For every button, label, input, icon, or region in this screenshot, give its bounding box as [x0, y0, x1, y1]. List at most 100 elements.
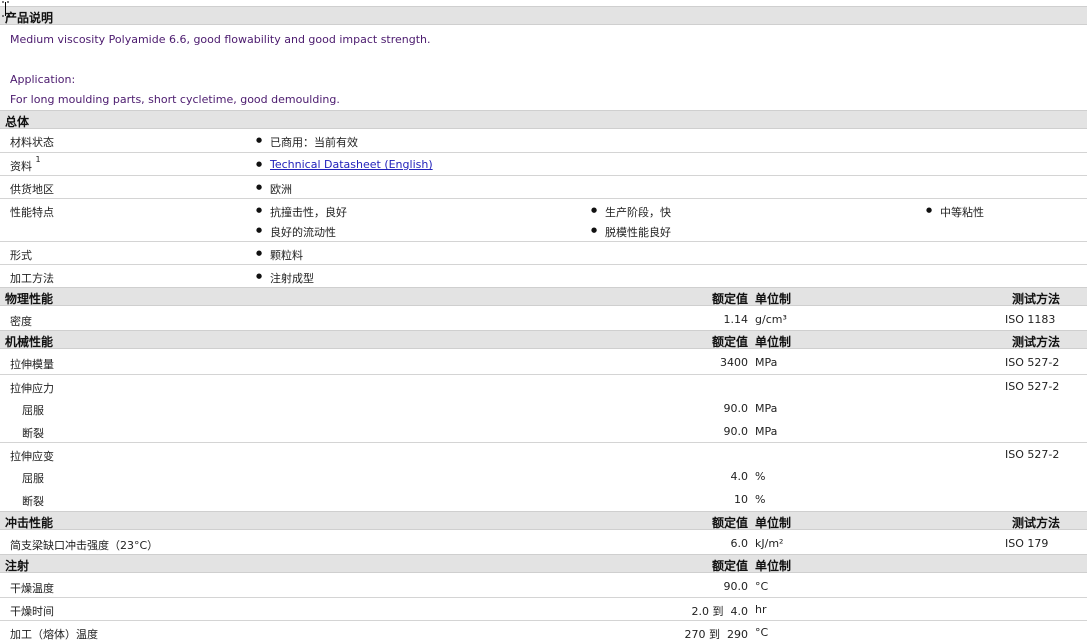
header-nominal: 额定值 [711, 516, 748, 530]
row-sublabel: 断裂 [22, 495, 44, 508]
feature-item: 脱模性能良好 [591, 224, 671, 240]
row-tensile-strain-break: 断裂 10 % [0, 488, 1087, 511]
bullet-value: 颗粒料 [256, 247, 303, 263]
row-label: 供货地区 [10, 183, 54, 196]
row-label: 拉伸模量 [10, 358, 54, 371]
test-method: ISO 527-2 [1005, 380, 1060, 393]
row-tensile-stress-break: 断裂 90.0 MPa [0, 420, 1087, 443]
row-label: 拉伸应力 [10, 382, 54, 395]
section-general: 总体 [0, 110, 1087, 129]
row-label: 密度 [10, 315, 32, 328]
header-unit: 单位制 [755, 559, 792, 573]
header-nominal: 额定值 [711, 292, 748, 306]
row-tensile-strain-yield: 屈服 4.0 % [0, 465, 1087, 488]
header-test: 测试方法 [1011, 516, 1060, 530]
header-nominal: 额定值 [711, 559, 748, 573]
header-unit: 单位制 [755, 516, 792, 530]
row-label: 加工（熔体）温度 [10, 628, 98, 641]
unit: % [755, 470, 766, 483]
nominal-value: 1.14 [723, 313, 749, 326]
nominal-value: 3400 [720, 356, 748, 369]
description-line-2: Application: [10, 73, 76, 86]
section-product-description: 产品说明 [0, 6, 1087, 25]
row-drying-time: 干燥时间 2.0 到 4.0 hr [0, 597, 1087, 620]
row-form: 形式 颗粒料 [0, 241, 1087, 264]
bullet-value: 欧洲 [256, 181, 292, 197]
row-sublabel: 断裂 [22, 427, 44, 440]
row-documents: 资料 1 Technical Datasheet (English) [0, 152, 1087, 175]
row-melt-temp: 加工（熔体）温度 270 到 290 °C [0, 620, 1087, 643]
section-title: 机械性能 [5, 335, 54, 349]
unit: °C [755, 626, 769, 639]
unit: MPa [755, 402, 778, 415]
section-injection: 注射 额定值 单位制 [0, 554, 1087, 573]
unit: °C [755, 580, 769, 593]
header-nominal: 额定值 [711, 335, 748, 349]
docs-label-text: 资料 [10, 160, 32, 173]
row-label: 资料 1 [10, 155, 41, 174]
section-title: 产品说明 [5, 11, 54, 25]
row-label: 干燥时间 [10, 605, 54, 618]
header-test: 测试方法 [1011, 335, 1060, 349]
test-method: ISO 527-2 [1005, 448, 1060, 461]
row-label: 形式 [10, 249, 32, 262]
row-density: 密度 1.14 g/cm³ ISO 1183 [0, 308, 1087, 331]
row-label: 拉伸应变 [10, 450, 54, 463]
unit: kJ/m² [755, 537, 784, 550]
section-title: 注射 [5, 559, 30, 573]
test-method: ISO 1183 [1005, 313, 1056, 326]
bullet-value: 已商用：当前有效 [256, 134, 358, 150]
unit: g/cm³ [755, 313, 787, 326]
test-method: ISO 179 [1005, 537, 1049, 550]
footnote-marker: 1 [35, 155, 41, 164]
test-method: ISO 527-2 [1005, 356, 1060, 369]
row-sublabel: 屈服 [22, 472, 44, 485]
feature-item: 抗撞击性，良好 [256, 204, 347, 220]
section-impact: 冲击性能 额定值 单位制 测试方法 [0, 511, 1087, 530]
unit: MPa [755, 425, 778, 438]
nominal-value: 90.0 [723, 402, 749, 415]
row-label: 性能特点 [10, 206, 54, 219]
nominal-value: 270 到 290 [684, 628, 748, 641]
header-unit: 单位制 [755, 335, 792, 349]
nominal-value: 2.0 到 4.0 [691, 605, 748, 618]
row-tensile-strain: 拉伸应变 ISO 527-2 [0, 442, 1087, 465]
section-title: 物理性能 [5, 292, 54, 306]
text-cursor-icon [2, 1, 9, 17]
nominal-value: 6.0 [730, 537, 749, 550]
feature-item: 中等粘性 [926, 204, 984, 220]
row-features: 性能特点 抗撞击性，良好 生产阶段，快 中等粘性 良好的流动性 脱模性能良好 [0, 198, 1087, 242]
nominal-value: 90.0 [723, 580, 749, 593]
nominal-value: 4.0 [730, 470, 749, 483]
row-drying-temp: 干燥温度 90.0 °C [0, 575, 1087, 598]
row-label: 简支梁缺口冲击强度（23°C） [10, 539, 159, 552]
row-sublabel: 屈服 [22, 404, 44, 417]
unit: MPa [755, 356, 778, 369]
section-title: 冲击性能 [5, 516, 54, 530]
row-tensile-stress-yield: 屈服 90.0 MPa [0, 397, 1087, 420]
row-label: 加工方法 [10, 272, 54, 285]
unit: % [755, 493, 766, 506]
row-label: 干燥温度 [10, 582, 54, 595]
bullet-value: 注射成型 [256, 270, 314, 286]
row-charpy-notched: 简支梁缺口冲击强度（23°C） 6.0 kJ/m² ISO 179 [0, 532, 1087, 555]
feature-item: 良好的流动性 [256, 224, 336, 240]
header-unit: 单位制 [755, 292, 792, 306]
unit: hr [755, 603, 767, 616]
section-physical: 物理性能 额定值 单位制 测试方法 [0, 287, 1087, 306]
row-tensile-modulus: 拉伸模量 3400 MPa ISO 527-2 [0, 351, 1087, 374]
description-line-3: For long moulding parts, short cycletime… [10, 93, 340, 106]
nominal-value: 10 [734, 493, 748, 506]
row-material-status: 材料状态 已商用：当前有效 [0, 129, 1087, 152]
section-title: 总体 [5, 115, 30, 129]
nominal-value: 90.0 [723, 425, 749, 438]
description-line-1: Medium viscosity Polyamide 6.6, good flo… [10, 33, 431, 46]
row-region: 供货地区 欧洲 [0, 175, 1087, 198]
header-test: 测试方法 [1011, 292, 1060, 306]
section-mechanical: 机械性能 额定值 单位制 测试方法 [0, 330, 1087, 349]
feature-item: 生产阶段，快 [591, 204, 671, 220]
row-process: 加工方法 注射成型 [0, 264, 1087, 287]
row-label: 材料状态 [10, 136, 54, 149]
technical-datasheet-link[interactable]: Technical Datasheet (English) [256, 158, 433, 171]
row-tensile-stress: 拉伸应力 ISO 527-2 [0, 374, 1087, 397]
